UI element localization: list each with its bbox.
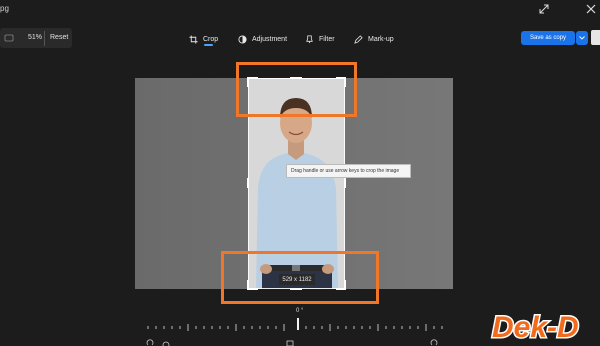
rotation-angle: 0 ° [296,308,304,314]
flip-icon[interactable] [162,339,170,346]
crop-handle-right[interactable] [344,178,346,188]
zoom-value[interactable]: 51% [28,34,42,41]
markup-icon [354,34,363,44]
side-panel-edge [591,30,600,45]
watermark-text: Dek-D [492,311,579,344]
rotation-indicator [297,318,299,330]
tab-crop-label: Crop [203,35,219,43]
tab-markup[interactable]: Mark-up [354,33,394,45]
rotate-left-icon[interactable] [146,339,154,346]
fit-view-icon[interactable] [4,33,14,43]
crop-tooltip: Drag handle or use arrow keys to crop th… [286,164,411,178]
zoom-divider [44,31,45,46]
save-options-button[interactable] [576,31,588,45]
crop-icon [189,34,198,44]
highlight-box-top [236,62,357,117]
adjustment-icon [238,34,247,44]
tab-adjustment-label: Adjustment [252,35,288,43]
window-title: pg [0,4,9,13]
dek-d-logo: Dek-D [491,310,581,346]
close-icon[interactable] [585,3,597,15]
title-bar: pg [0,0,600,22]
crop-dimensions: 529 x 1182 [279,274,315,285]
tab-adjustment[interactable]: Adjustment [238,33,287,45]
active-tab-indicator [204,44,213,46]
reset-button[interactable]: Reset [50,34,68,41]
rotation-slider[interactable] [140,318,450,334]
chevron-down-icon [579,36,585,40]
expand-icon[interactable] [538,3,550,15]
tab-markup-label: Mark-up [368,35,394,43]
tab-filter-label: Filter [319,35,335,43]
tab-filter[interactable]: Filter [305,33,335,45]
rotate-right-icon[interactable] [430,339,438,346]
save-as-copy-button[interactable]: Save as copy [521,31,575,45]
filter-icon [306,34,313,43]
aspect-ratio-icon[interactable] [286,339,294,346]
crop-handle-left[interactable] [247,178,249,188]
